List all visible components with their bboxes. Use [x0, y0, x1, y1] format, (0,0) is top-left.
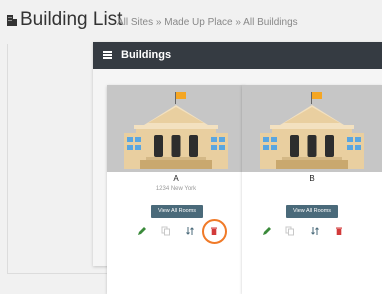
building-image — [107, 85, 245, 172]
edit-icon[interactable] — [137, 226, 149, 238]
building-icon — [7, 15, 17, 26]
building-name[interactable]: B — [242, 174, 382, 183]
panel-title: Buildings — [121, 49, 172, 61]
highlight-ring — [202, 219, 227, 244]
building-illustration — [260, 92, 364, 169]
sidebar-divider — [7, 44, 8, 274]
buildings-panel: Buildings A 1234 New York View All Rooms… — [93, 42, 382, 294]
page-title: Building List — [20, 9, 123, 30]
sort-icon[interactable] — [185, 226, 197, 238]
building-card: B View All Rooms — [242, 85, 382, 294]
view-all-rooms-button[interactable]: View All Rooms — [286, 205, 338, 218]
sort-icon[interactable] — [310, 226, 322, 238]
menu-icon[interactable] — [103, 51, 112, 59]
card-actions — [107, 219, 245, 244]
copy-icon[interactable] — [285, 226, 297, 238]
page-header: Building List All Sites » Made Up Place … — [0, 0, 382, 44]
edit-icon[interactable] — [262, 226, 274, 238]
card-actions — [242, 226, 382, 240]
building-address: 1234 New York — [155, 186, 197, 192]
building-card: A 1234 New York View All Rooms — [107, 85, 245, 294]
delete-icon[interactable] — [334, 226, 346, 238]
view-all-rooms-button[interactable]: View All Rooms — [151, 205, 203, 218]
building-image — [242, 85, 382, 172]
panel-header: Buildings — [93, 42, 382, 69]
building-name[interactable]: A — [107, 174, 245, 183]
breadcrumb[interactable]: All Sites » Made Up Place » All Building… — [117, 17, 298, 28]
building-illustration — [124, 92, 228, 169]
copy-icon[interactable] — [161, 226, 173, 238]
